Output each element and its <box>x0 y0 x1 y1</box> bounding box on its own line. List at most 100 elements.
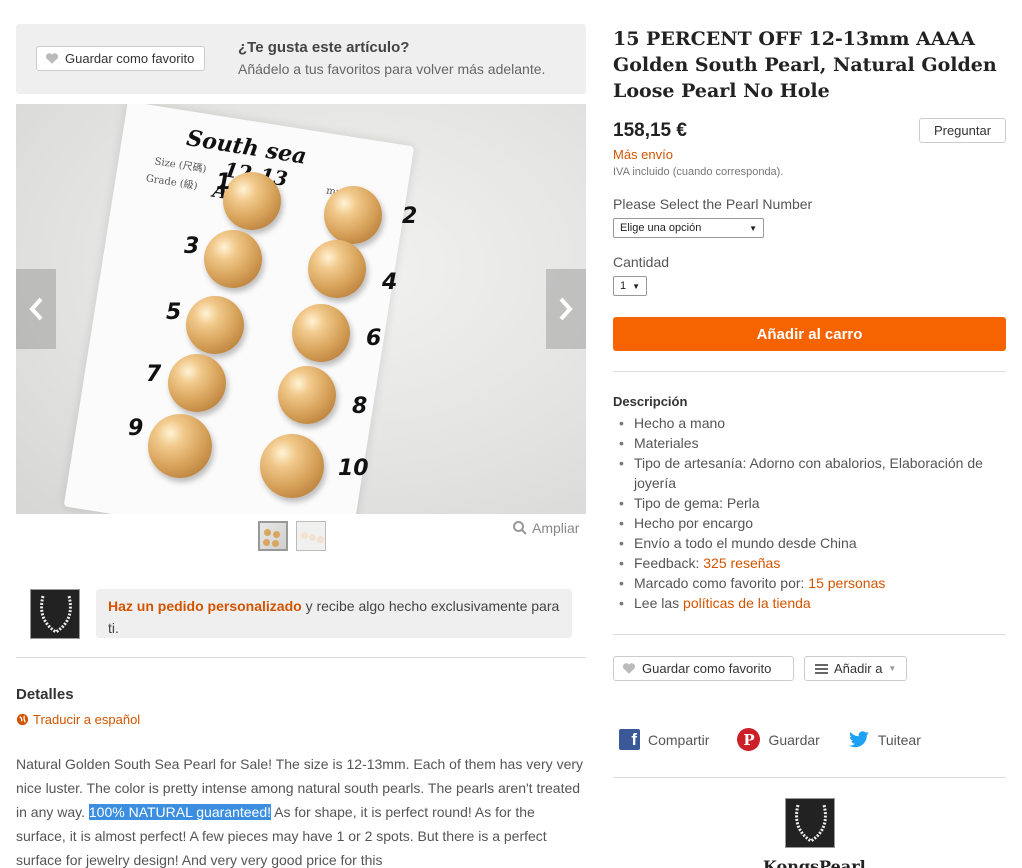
share-pinterest-button[interactable]: P Guardar <box>737 728 820 751</box>
chevron-right-icon <box>559 297 573 321</box>
chevron-left-icon <box>29 297 43 321</box>
shop-name[interactable]: KongsPearl <box>763 857 866 868</box>
pearl <box>324 186 382 244</box>
description-heading: Descripción <box>613 394 688 409</box>
save-favorite-label: Guardar como favorito <box>65 51 195 66</box>
pearl <box>148 414 212 478</box>
description-item-text: Marcado como favorito por: <box>634 575 809 591</box>
heart-icon <box>45 53 59 64</box>
description-item: Tipo de gema: Perla <box>613 493 1006 513</box>
next-image-button[interactable] <box>546 269 586 349</box>
share-twitter-button[interactable]: Tuitear <box>848 730 921 749</box>
save-favorite-button[interactable]: Guardar como favorito <box>36 46 206 71</box>
save-favorite-button-2[interactable]: Guardar como favorito <box>613 656 794 681</box>
divider <box>16 657 586 658</box>
item-details-text: Natural Golden South Sea Pearl for Sale!… <box>16 752 586 868</box>
thumbnail-strip <box>258 521 326 551</box>
variant-select-value: Elige una opción <box>620 222 702 234</box>
add-to-list-label: Añadir a <box>834 661 883 676</box>
zoom-button[interactable]: Ampliar <box>512 520 579 536</box>
description-item: Hecho por encargo <box>613 513 1006 533</box>
share-row: f Compartir P Guardar Tuitear <box>619 728 949 751</box>
description-item: Envío a todo el mundo desde China <box>613 533 1006 553</box>
divider <box>613 371 1006 372</box>
caret-down-icon: ▼ <box>632 281 640 291</box>
seller-avatar[interactable] <box>30 589 80 639</box>
shop-policies-link[interactable]: políticas de la tienda <box>683 595 811 611</box>
favorited-by-link[interactable]: 15 personas <box>808 575 885 591</box>
thumbnail-2[interactable] <box>296 521 326 551</box>
product-image[interactable]: South sea Size (尺碼) 12-13 mm Grade (級) A… <box>16 104 586 514</box>
facebook-icon: f <box>619 729 640 750</box>
globe-icon <box>16 713 29 726</box>
description-item-text: Envío a todo el mundo desde China <box>634 535 857 551</box>
pearl-number: 4 <box>382 270 398 295</box>
pearl-number: 9 <box>128 416 144 441</box>
prev-image-button[interactable] <box>16 269 56 349</box>
thumbnail-pearl <box>263 539 270 546</box>
thumbnail-pearl <box>309 534 316 541</box>
share-pinterest-label: Guardar <box>768 731 820 748</box>
custom-order-link[interactable]: Haz un pedido personalizado <box>108 598 302 614</box>
description-item: Tipo de artesanía: Adorno con abalorios,… <box>613 453 1006 493</box>
pearl <box>292 304 350 362</box>
divider <box>613 634 1006 635</box>
thumbnail-pearl <box>317 536 324 543</box>
pearl-number: 1 <box>216 170 232 195</box>
ask-question-button[interactable]: Preguntar <box>919 118 1006 143</box>
pearl-number: 7 <box>146 362 162 387</box>
variant-select[interactable]: Elige una opción ▼ <box>613 218 764 238</box>
favorite-banner-title: ¿Te gusta este artículo? <box>238 39 410 56</box>
pearl <box>223 172 281 230</box>
favorite-banner: Guardar como favorito ¿Te gusta este art… <box>16 24 586 94</box>
pearl <box>308 240 366 298</box>
pearl-number: 5 <box>166 300 182 325</box>
shipping-link[interactable]: Más envío <box>613 147 673 162</box>
pearl <box>260 434 324 498</box>
divider <box>613 777 1006 778</box>
description-item-text: Hecho a mano <box>634 415 726 431</box>
caret-down-icon: ▼ <box>888 664 897 673</box>
share-facebook-button[interactable]: f Compartir <box>619 729 709 750</box>
list-icon <box>815 663 828 674</box>
magnifier-icon <box>513 521 527 535</box>
reviews-link[interactable]: 325 reseñas <box>703 555 780 571</box>
twitter-icon <box>848 730 869 747</box>
thumbnail-pearl <box>301 532 308 539</box>
pearl-number: 8 <box>352 394 368 419</box>
quantity-select[interactable]: 1 ▼ <box>613 276 647 296</box>
pearl <box>168 354 226 412</box>
thumbnail-pearl <box>273 531 280 538</box>
add-to-list-button[interactable]: Añadir a ▼ <box>804 656 907 681</box>
save-favorite-label-2: Guardar como favorito <box>642 661 772 676</box>
necklace-icon <box>795 804 827 843</box>
description-item: Feedback: 325 reseñas <box>613 553 1006 573</box>
description-item-text: Materiales <box>634 435 699 451</box>
zoom-label: Ampliar <box>532 520 580 536</box>
pearl-number: 2 <box>402 204 418 229</box>
description-item: Hecho a mano <box>613 413 1006 433</box>
translate-link[interactable]: Traducir a español <box>16 712 140 727</box>
description-item: Marcado como favorito por: 15 personas <box>613 573 1006 593</box>
pearl-number: 10 <box>338 456 369 481</box>
translate-label: Traducir a español <box>33 712 141 727</box>
add-to-cart-button[interactable]: Añadir al carro <box>613 317 1006 351</box>
description-item-text: Lee las <box>634 595 684 611</box>
thumbnail-1[interactable] <box>258 521 288 551</box>
necklace-icon <box>40 595 72 634</box>
description-item-text: Tipo de artesanía: Adorno con abalorios,… <box>634 455 983 491</box>
shop-avatar[interactable] <box>785 798 835 848</box>
pearl <box>204 230 262 288</box>
details-text-highlight: 100% NATURAL guaranteed! <box>88 804 271 820</box>
thumbnail-pearl <box>272 540 279 547</box>
details-heading: Detalles <box>16 686 74 703</box>
description-item-text: Feedback: <box>634 555 704 571</box>
share-facebook-label: Compartir <box>648 731 710 748</box>
thumbnail-pearl <box>264 529 271 536</box>
favorite-banner-subtitle: Añádelo a tus favoritos para volver más … <box>238 61 546 77</box>
product-price: 158,15 € <box>613 120 687 141</box>
description-list: Hecho a mano Materiales Tipo de artesaní… <box>613 413 1006 613</box>
pearl <box>278 366 336 424</box>
variant-label: Please Select the Pearl Number <box>613 196 813 212</box>
vat-note: IVA incluido (cuando corresponda). <box>613 166 784 178</box>
